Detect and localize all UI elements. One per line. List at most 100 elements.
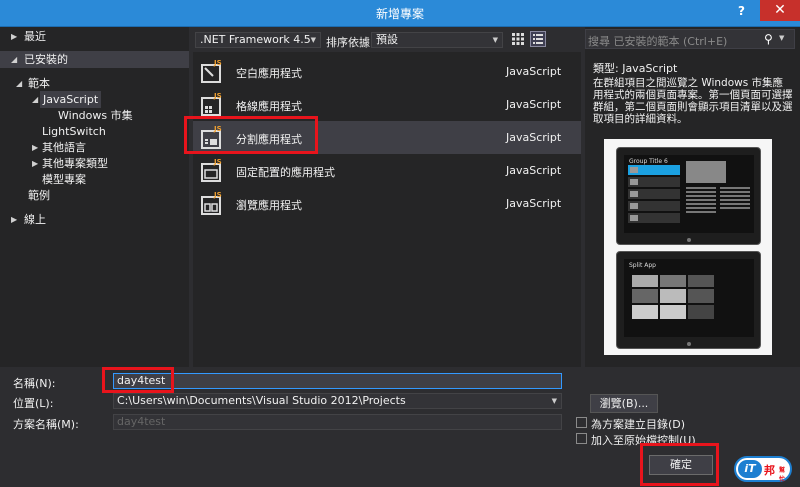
preview-screen: Group Title 6	[624, 155, 754, 233]
preview-tablet-split: Split App	[616, 251, 761, 349]
list-toolbar: .NET Framework 4.5 ▼ 排序依據: 預設 ▼	[193, 27, 581, 52]
expand-arrow-icon: ▶	[32, 159, 39, 168]
expand-arrow-icon: ▶	[11, 32, 18, 41]
split-app-icon: JS	[201, 125, 222, 149]
template-search-input[interactable]: 搜尋 已安裝的範本 (Ctrl+E) ⚲ ▼	[585, 29, 795, 49]
tree-label-online: 線上	[24, 213, 46, 226]
template-name: 格線應用程式	[236, 100, 302, 113]
expand-arrow-icon: ▶	[32, 143, 39, 152]
category-tree: ▶ 最近 ◢ 已安裝的 ◢ 範本 ◢ JavaScript Windows 市集…	[0, 27, 189, 367]
logo-help-mark: 幫忙	[779, 467, 786, 483]
template-type: 類型: JavaScript	[593, 62, 678, 75]
blank-app-icon: JS	[201, 59, 222, 83]
ok-button[interactable]: 確定	[649, 455, 713, 475]
template-item-blank[interactable]: JS 空白應用程式 JavaScript	[193, 55, 581, 88]
sort-dropdown[interactable]: 預設 ▼	[371, 32, 503, 48]
template-language: JavaScript	[506, 164, 562, 177]
tree-item-javascript[interactable]: ◢ JavaScript	[0, 91, 189, 108]
tablet-button	[687, 238, 691, 242]
svg-text:JS: JS	[213, 191, 222, 199]
svg-text:JS: JS	[213, 158, 222, 166]
solution-name-value: day4test	[117, 415, 166, 428]
chevron-down-icon: ▼	[310, 36, 316, 44]
solution-name-input[interactable]: day4test	[113, 414, 562, 430]
window-title: 新增專案	[375, 7, 424, 21]
tree-item-installed[interactable]: ◢ 已安裝的	[0, 51, 189, 68]
sort-label: 排序依據:	[326, 36, 374, 49]
chevron-down-icon: ▼	[492, 36, 498, 44]
location-input[interactable]: C:\Users\win\Documents\Visual Studio 201…	[113, 393, 562, 409]
title-bar: 新增專案 ? ✕	[0, 0, 800, 27]
tree-item-templates[interactable]: ◢ 範本	[0, 75, 189, 92]
template-description: 在群組項目之間巡覽之 Windows 市集應用程式的兩個頁面專案。第一個頁面可選…	[593, 77, 793, 125]
chevron-down-icon[interactable]: ▼	[552, 394, 557, 408]
add-source-control-checkbox[interactable]	[576, 433, 587, 444]
template-item-grid[interactable]: JS 格線應用程式 JavaScript	[193, 88, 581, 121]
location-value: C:\Users\win\Documents\Visual Studio 201…	[117, 394, 406, 407]
template-item-split[interactable]: JS 分割應用程式 JavaScript	[193, 121, 581, 154]
name-label: 名稱(N):	[13, 377, 56, 390]
add-source-control-label: 加入至原始檔控制(U)	[591, 434, 696, 447]
tree-item-modeling-projects[interactable]: 模型專案	[0, 171, 189, 188]
help-button[interactable]: ?	[738, 4, 745, 18]
tree-label-other-project-types: 其他專案類型	[42, 157, 108, 170]
template-language: JavaScript	[506, 197, 562, 210]
tree-item-windows-store[interactable]: Windows 市集	[0, 107, 189, 124]
tree-label-samples: 範例	[28, 189, 50, 202]
tree-item-recent[interactable]: ▶ 最近	[0, 28, 189, 45]
location-label: 位置(L):	[13, 397, 54, 410]
template-name: 空白應用程式	[236, 67, 302, 80]
project-name-input[interactable]: day4test	[113, 373, 562, 389]
create-directory-label: 為方案建立目錄(D)	[591, 418, 686, 431]
sort-value: 預設	[376, 33, 398, 46]
template-language: JavaScript	[506, 131, 562, 144]
browse-button[interactable]: 瀏覽(B)...	[590, 394, 658, 413]
tree-label-javascript: JavaScript	[40, 91, 102, 108]
expand-arrow-icon: ▶	[11, 215, 18, 224]
tree-label-installed: 已安裝的	[24, 53, 68, 66]
collapse-arrow-icon: ◢	[16, 79, 23, 88]
chevron-down-icon[interactable]: ▼	[779, 34, 784, 42]
template-item-fixed-layout[interactable]: JS 固定配置的應用程式 JavaScript	[193, 154, 581, 187]
solution-name-label: 方案名稱(M):	[13, 418, 79, 431]
template-name: 分割應用程式	[236, 133, 302, 146]
tree-label-windows-store: Windows 市集	[58, 109, 133, 122]
tree-label-modeling-projects: 模型專案	[42, 173, 86, 186]
collapse-arrow-icon: ◢	[11, 55, 18, 64]
list-view-icon[interactable]	[530, 31, 546, 47]
template-item-navigation[interactable]: JS 瀏覽應用程式 JavaScript	[193, 187, 581, 220]
tree-item-other-languages[interactable]: ▶ 其他語言	[0, 139, 189, 156]
navigation-app-icon: JS	[201, 191, 222, 215]
details-panel: 搜尋 已安裝的範本 (Ctrl+E) ⚲ ▼ 類型: JavaScript 在群…	[585, 27, 800, 367]
close-button[interactable]: ✕	[760, 0, 800, 21]
logo-bang-mark: 邦	[764, 464, 775, 477]
template-preview: Group Title 6 Split App	[604, 139, 772, 355]
tree-item-lightswitch[interactable]: LightSwitch	[0, 123, 189, 140]
template-name: 固定配置的應用程式	[236, 166, 335, 179]
template-language: JavaScript	[506, 65, 562, 78]
grid-app-icon: JS	[201, 92, 222, 116]
tree-item-samples[interactable]: 範例	[0, 187, 189, 204]
tree-label-templates: 範本	[28, 77, 50, 90]
collapse-arrow-icon: ◢	[32, 95, 39, 104]
tree-label-recent: 最近	[24, 30, 46, 43]
search-icon[interactable]: ⚲	[764, 32, 773, 46]
create-directory-checkbox[interactable]	[576, 417, 587, 428]
project-name-value: day4test	[117, 374, 166, 387]
small-icons-view-icon[interactable]	[512, 33, 524, 45]
preview-tablet-group: Group Title 6	[616, 147, 761, 245]
fixed-layout-app-icon: JS	[201, 158, 222, 182]
ithome-logo: iT 邦 幫忙	[734, 456, 792, 483]
framework-value: .NET Framework 4.5	[200, 33, 311, 46]
tablet-button	[687, 342, 691, 346]
template-name: 瀏覽應用程式	[236, 199, 302, 212]
preview-screen: Split App	[624, 259, 754, 337]
logo-it-mark: iT	[738, 460, 762, 478]
svg-text:JS: JS	[213, 125, 222, 133]
tree-item-other-project-types[interactable]: ▶ 其他專案類型	[0, 155, 189, 172]
svg-text:JS: JS	[213, 92, 222, 100]
framework-dropdown[interactable]: .NET Framework 4.5 ▼	[195, 32, 321, 48]
tree-item-online[interactable]: ▶ 線上	[0, 211, 189, 228]
template-language: JavaScript	[506, 98, 562, 111]
search-placeholder: 搜尋 已安裝的範本 (Ctrl+E)	[588, 35, 728, 48]
